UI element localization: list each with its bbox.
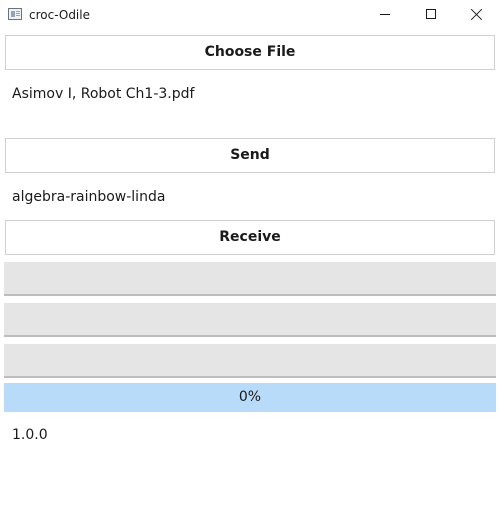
- app-window: croc-Odile Choose File Asimov I, Robot C…: [0, 0, 500, 515]
- selected-file-label: Asimov I, Robot Ch1-3.pdf: [12, 86, 195, 102]
- receive-field-3[interactable]: [4, 344, 496, 378]
- title-bar[interactable]: croc-Odile: [0, 0, 500, 30]
- choose-file-button[interactable]: Choose File: [5, 35, 495, 70]
- receive-code-input[interactable]: [4, 262, 496, 296]
- progress-text: 0%: [238, 389, 262, 405]
- minimize-icon: [380, 14, 390, 15]
- send-button[interactable]: Send: [5, 138, 495, 173]
- code-phrase-label: algebra-rainbow-linda: [12, 189, 166, 205]
- close-icon: [471, 8, 483, 20]
- minimize-button[interactable]: [362, 0, 408, 30]
- app-icon: [8, 8, 22, 20]
- maximize-button[interactable]: [408, 0, 454, 30]
- version-label: 1.0.0: [12, 427, 48, 443]
- receive-button[interactable]: Receive: [5, 220, 495, 255]
- window-title: croc-Odile: [29, 8, 90, 22]
- maximize-icon: [426, 9, 436, 19]
- receive-field-2[interactable]: [4, 303, 496, 337]
- progress-bar: 0%: [4, 383, 496, 412]
- close-button[interactable]: [454, 0, 500, 30]
